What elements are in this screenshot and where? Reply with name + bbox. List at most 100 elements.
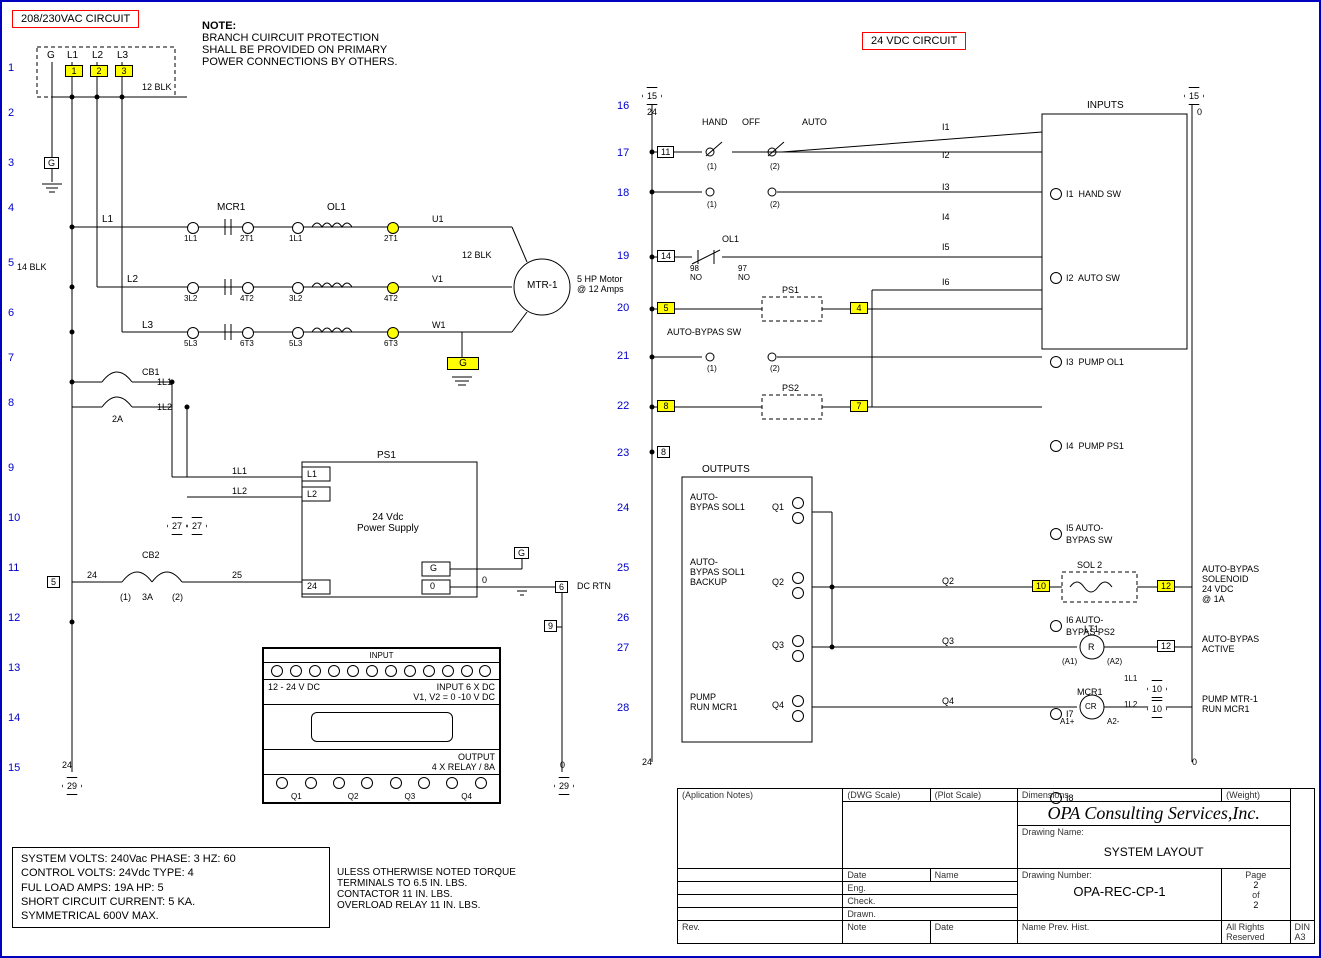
lbl-3l2b: 3L2 [289,294,302,303]
tag-9: 9 [544,620,557,632]
row-24: 24 [617,502,629,514]
row-1: 1 [8,62,14,74]
phase-g: G [47,50,55,61]
out-q2: Q2 [772,577,784,587]
row-22: 22 [617,400,629,412]
sw17-2: (2) [770,162,780,171]
lbl-6t3a: 6T3 [240,339,254,348]
w24-bot: 24 [62,760,72,770]
sw-auto: AUTO [802,117,827,127]
ps1-ext-g: G [514,547,529,559]
dc-circuit-label: 24 VDC CIRCUIT [862,32,966,50]
1l2-r: 1L2 [1124,700,1137,709]
lbl-5l3: 5L3 [184,339,197,348]
sw21-2: (2) [770,364,780,373]
phase-tag-1: 1 [65,65,83,77]
row-5: 5 [8,257,14,269]
ps1-l2: L2 [307,489,317,499]
wire-i4: I4 [942,212,950,222]
tag-5: 5 [47,576,60,588]
ps1-24: 24 [307,581,317,591]
tag-12: 12 [1157,640,1175,652]
wire-q2: Q2 [942,576,954,586]
lbl-2t1: 2T1 [384,234,398,243]
cb2-label: CB2 [142,550,160,560]
row-13: 13 [8,662,20,674]
title-block: (Aplication Notes) (DWG Scale) (Plot Sca… [677,788,1315,944]
term-4t2 [242,282,254,294]
ac-circuit-label: 208/230VAC CIRCUIT [12,10,139,28]
out-q2-name: AUTO- BYPAS SOL1 BACKUP [690,557,745,587]
ps1-dc: PS1 [782,285,799,295]
cb1-label: CB1 [142,367,160,377]
row-8: 8 [8,397,14,409]
cr-label: CR [1085,702,1097,711]
term-3l2 [187,282,199,294]
out-q4-name: PUMP RUN MCR1 [690,692,738,712]
out-q1: Q1 [772,502,784,512]
motor-ground: G [447,357,479,370]
wire-14blk: 14 BLK [17,262,47,272]
cb2-n1: (1) [120,592,131,602]
q3-desc: AUTO-BYPAS ACTIVE [1202,634,1259,654]
row-2: 2 [8,107,14,119]
tag-8: 8 [657,446,670,458]
term-6t3y [387,327,399,339]
line-l2: L2 [127,274,138,285]
phase-tag-2: 2 [90,65,108,77]
lt1-r: R [1088,642,1095,652]
row-21: 21 [617,350,629,362]
inputs-list: I1 HAND SW I2 AUTO SW I3 PUMP OL1 I4 PUM… [1050,124,1124,840]
plc-outdesc: OUTPUT 4 X RELAY / 8A [264,750,499,775]
dc-0: 0 [1197,107,1202,117]
term-1l1 [187,222,199,234]
row-10: 10 [8,512,20,524]
outputs-header: OUTPUTS [702,464,750,475]
ps1-label: PS1 [377,450,396,461]
mcr1-label: MCR1 [217,202,245,213]
lbl-w1: W1 [432,320,446,330]
term-o3 [292,327,304,339]
lbl-3l2: 3L2 [184,294,197,303]
sw21-1: (1) [707,364,717,373]
row-15: 15 [8,762,20,774]
sol2-desc: AUTO-BYPAS SOLENOID 24 VDC @ 1A [1202,564,1259,604]
ytag-12: 12 [1157,580,1175,592]
1l1-r: 1L1 [1124,674,1137,683]
sw-off: OFF [742,117,760,127]
plc-module: INPUT 12 - 24 V DC INPUT 6 X DC V1, V2 =… [262,647,501,804]
wire-i3: I3 [942,182,950,192]
q4-desc: PUMP MTR-1 RUN MCR1 [1202,694,1258,714]
row-11: 11 [8,562,19,574]
ps1-g: G [430,563,437,573]
ytag-7: 7 [850,400,868,412]
row-28: 28 [617,702,629,714]
cb1-1l1: 1L1 [157,377,172,387]
system-params: SYSTEM VOLTS: 240Vac PHASE: 3 HZ: 60CONT… [12,847,330,928]
cb1-1l2: 1L2 [157,402,172,412]
out-q3: Q3 [772,640,784,650]
lt1-label: LT1 [1084,624,1099,634]
drawing-page: 208/230VAC CIRCUIT 24 VDC CIRCUIT NOTE:B… [0,0,1321,958]
phase-l2: L2 [92,50,103,61]
tag-14: 14 [657,250,675,262]
ol1-label: OL1 [327,202,346,213]
t98: 98 NO [690,264,702,282]
cb2-amps: 3A [142,592,153,602]
ps1-desc: 24 Vdc Power Supply [357,512,419,534]
motor-label: MTR-1 [527,280,558,291]
row-12: 12 [8,612,20,624]
ytag-4: 4 [850,302,868,314]
row-18: 18 [617,187,629,199]
wire-i2: I2 [942,150,950,160]
term-6t3 [242,327,254,339]
note-block: NOTE:BRANCH CUIRCUIT PROTECTION SHALL BE… [202,20,397,68]
t97: 97 NO [738,264,750,282]
row-9: 9 [8,462,14,474]
phase-tag-3: 3 [115,65,133,77]
lbl-1l1b: 1L1 [289,234,302,243]
plc-input-hdr: INPUT [264,649,499,663]
term-4t2y [387,282,399,294]
phase-l1: L1 [67,50,78,61]
wire-q3: Q3 [942,636,954,646]
